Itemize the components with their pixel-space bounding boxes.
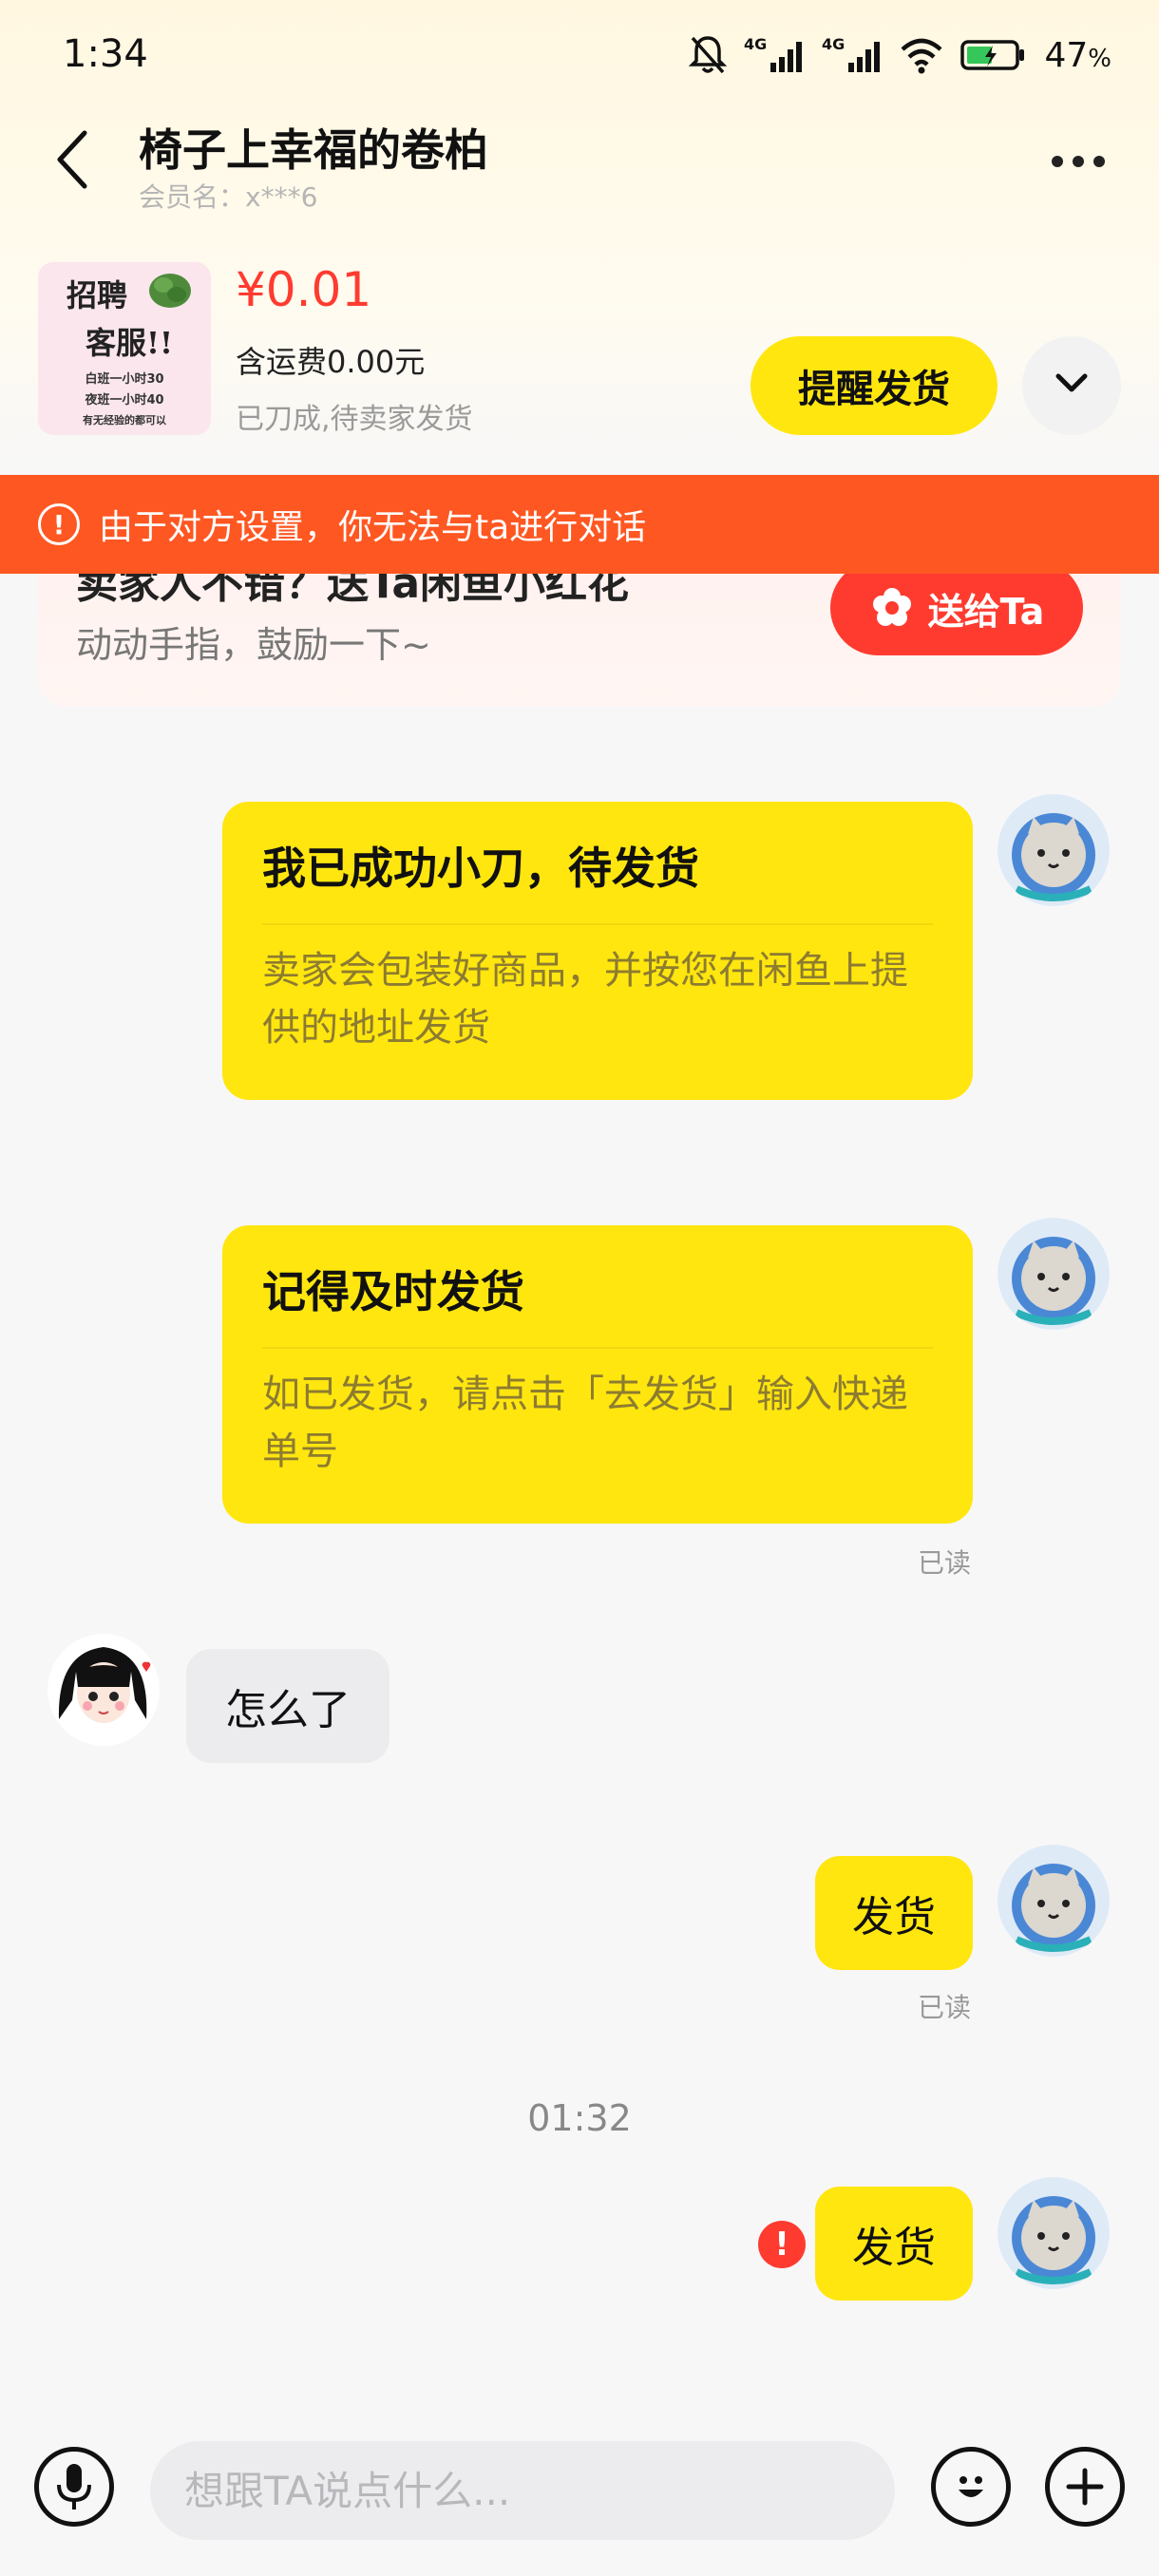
error-icon[interactable]: ! <box>758 2221 806 2268</box>
thumb-text-1: 招聘 <box>66 277 128 313</box>
plus-icon <box>1066 2468 1104 2506</box>
emoji-icon <box>959 2476 983 2497</box>
seller-message[interactable]: 怎么了 <box>186 1649 390 1763</box>
product-thumbnail[interactable]: 招聘 客服!! 白班一小时30 夜班一小时40 有无经验的都可以 <box>38 262 211 435</box>
status-icons: 4G 4G 47% <box>689 28 1112 82</box>
more-button[interactable] <box>1036 133 1121 190</box>
leaf-icon <box>149 274 191 308</box>
message-card-1[interactable]: 我已成功小刀，待发货 卖家会包装好商品，并按您在闲鱼上提供的地址发货 <box>222 802 973 1100</box>
flower-icon <box>872 588 911 626</box>
signal-icon-2: 4G <box>822 28 883 82</box>
svg-text:4G: 4G <box>744 35 767 53</box>
message-input[interactable] <box>150 2441 895 2540</box>
read-receipt: 已读 <box>918 1992 972 2023</box>
seller-avatar[interactable] <box>48 1634 160 1746</box>
card1-title: 我已成功小刀，待发货 <box>262 843 699 894</box>
page-title: 椅子上幸福的卷柏 <box>139 124 488 176</box>
more-icon <box>1052 156 1063 167</box>
input-bar <box>0 2413 1159 2576</box>
my-avatar[interactable] <box>998 1845 1110 1957</box>
mute-bell-icon <box>689 28 728 82</box>
card2-divider <box>262 1347 933 1349</box>
status-bar: 1:34 4G 4G 47% <box>0 0 1159 114</box>
plus-button[interactable] <box>1045 2447 1125 2527</box>
send-flower-button[interactable]: 送给Ta <box>830 560 1083 655</box>
status-time: 1:34 <box>63 32 148 76</box>
remind-ship-button[interactable]: 提醒发货 <box>750 336 998 435</box>
shipping-fee: 含运费0.00元 <box>236 344 426 380</box>
emoji-button[interactable] <box>931 2447 1011 2527</box>
card1-divider <box>262 923 933 925</box>
read-receipt: 已读 <box>918 1547 972 1579</box>
my-message-failed[interactable]: 发货 <box>815 2187 973 2301</box>
card1-body: 卖家会包装好商品，并按您在闲鱼上提供的地址发货 <box>262 949 908 1050</box>
send-flower-label: 送给Ta <box>927 590 1045 633</box>
expand-button[interactable] <box>1022 336 1121 435</box>
back-arrow-icon <box>52 129 90 194</box>
thumb-text-3: 白班一小时30 <box>85 372 164 387</box>
product-price: ¥0.01 <box>236 262 372 317</box>
svg-text:4G: 4G <box>822 35 845 53</box>
warning-icon: ! <box>38 503 80 545</box>
my-avatar[interactable] <box>998 794 1110 906</box>
thumb-text-2: 客服!! <box>86 325 174 361</box>
thumb-text-5: 有无经验的都可以 <box>83 414 166 426</box>
banner-text: 由于对方设置，你无法与ta进行对话 <box>99 508 647 547</box>
my-message[interactable]: 发货 <box>815 1856 973 1970</box>
thumb-text-4: 夜班一小时40 <box>85 393 164 407</box>
back-button[interactable] <box>38 123 104 199</box>
my-avatar[interactable] <box>998 1218 1110 1330</box>
signal-icon: 4G <box>744 28 805 82</box>
flower-card-subtitle: 动动手指，鼓励一下~ <box>76 624 431 666</box>
wifi-icon <box>900 28 943 82</box>
chat-timestamp: 01:32 <box>527 2097 632 2139</box>
order-status: 已刀成,待卖家发货 <box>236 403 473 436</box>
message-card-2[interactable]: 记得及时发货 如已发货，请点击「去发货」输入快递单号 <box>222 1225 973 1524</box>
mic-icon <box>57 2464 91 2510</box>
blocked-banner: ! 由于对方设置，你无法与ta进行对话 <box>0 475 1159 574</box>
my-avatar[interactable] <box>998 2177 1110 2289</box>
chevron-down-icon <box>1054 372 1089 399</box>
battery-icon <box>960 28 1027 82</box>
member-name: 会员名：x***6 <box>139 181 318 213</box>
card2-body: 如已发货，请点击「去发货」输入快递单号 <box>262 1373 908 1473</box>
card2-title: 记得及时发货 <box>262 1266 524 1317</box>
voice-button[interactable] <box>34 2447 114 2527</box>
battery-percent: 47% <box>1044 35 1112 75</box>
